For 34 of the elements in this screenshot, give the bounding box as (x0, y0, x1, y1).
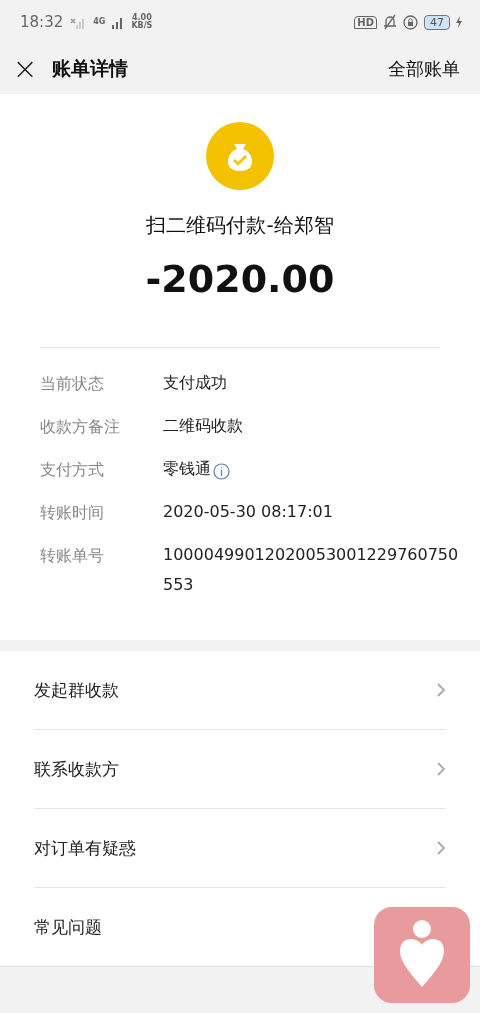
menu-item[interactable]: 联系收款方 (34, 757, 119, 781)
muted-bell-icon (383, 14, 397, 30)
info-icon[interactable] (213, 462, 230, 480)
network-label: 4G (93, 18, 106, 26)
detail-value: 支付成功 (163, 372, 227, 394)
menu-item[interactable]: 常见问题 (34, 915, 102, 939)
detail-label: 收款方备注 (40, 416, 121, 438)
network-speed: 4.00 (132, 14, 152, 22)
chevron-right-icon (436, 761, 446, 777)
detail-value: 二维码收款 (163, 415, 243, 437)
detail-value: 零钱通 (163, 458, 211, 480)
chevron-right-icon (436, 840, 446, 856)
payment-amount: -2020.00 (145, 257, 335, 301)
speed-unit: KB/S (131, 22, 153, 30)
page-title: 账单详情 (52, 56, 128, 81)
status-time: 18:32 (20, 13, 64, 31)
payment-title: 扫二维码付款-给郑智 (146, 212, 334, 239)
detail-label: 转账时间 (40, 502, 105, 524)
all-bills-link[interactable]: 全部账单 (388, 57, 460, 81)
detail-label: 支付方式 (40, 459, 105, 481)
detail-label: 当前状态 (40, 373, 105, 395)
money-bag-icon (206, 122, 274, 190)
charging-icon (456, 16, 462, 28)
detail-value: 10000499012020053001229760750553 (163, 544, 460, 596)
menu-item[interactable]: 发起群收款 (34, 678, 119, 702)
lock-icon (403, 14, 418, 30)
menu-item[interactable]: 对订单有疑惑 (34, 836, 136, 860)
close-button[interactable]: × (12, 54, 38, 84)
battery-level: 47 (424, 14, 450, 30)
hd-indicator: HD (354, 15, 377, 29)
detail-value: 2020-05-30 08:17:01 (163, 501, 333, 523)
heart-app-icon[interactable] (374, 907, 470, 1003)
detail-label: 转账单号 (40, 545, 105, 567)
chevron-right-icon (436, 682, 446, 698)
